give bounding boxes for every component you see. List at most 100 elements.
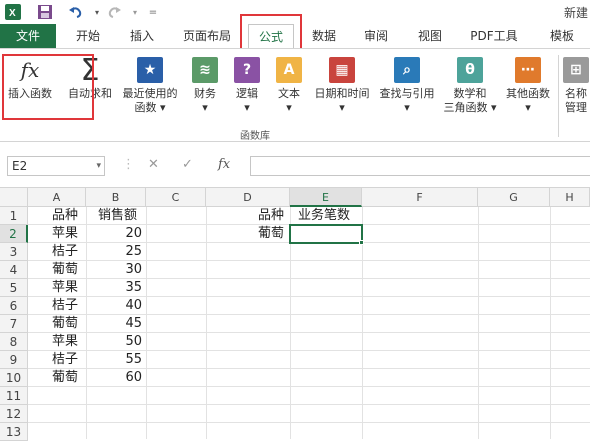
column-header-d[interactable]: D	[206, 188, 290, 207]
tab-page-layout[interactable]: 页面布局	[174, 24, 240, 48]
theta-icon: θ	[457, 57, 483, 83]
cell-b4[interactable]: 30	[86, 261, 144, 279]
lookup-reference-button[interactable]: ⌕ 查找与引用 ▾	[376, 57, 438, 115]
column-header-c[interactable]: C	[146, 188, 206, 207]
date-time-label: 日期和时间 ▾	[314, 87, 370, 114]
undo-icon[interactable]	[66, 3, 84, 21]
cancel-icon[interactable]: ✕	[148, 157, 159, 172]
cell-b7[interactable]: 45	[86, 315, 144, 333]
cell-a5[interactable]: 苹果	[50, 279, 90, 297]
column-header-e[interactable]: E	[290, 188, 362, 207]
cell-b2[interactable]: 20	[86, 225, 144, 243]
cell-a3[interactable]: 桔子	[50, 243, 90, 261]
enter-icon[interactable]: ✓	[182, 157, 193, 172]
cell-b3[interactable]: 25	[86, 243, 144, 261]
cell-b5[interactable]: 35	[86, 279, 144, 297]
text-button[interactable]: A 文本 ▾	[272, 57, 306, 115]
cell-a9[interactable]: 桔子	[50, 351, 90, 369]
recently-used-button[interactable]: ★ 最近使用的 函数 ▾	[118, 57, 182, 115]
row-header-4[interactable]: 4	[0, 261, 28, 279]
cell-a2[interactable]: 苹果	[50, 225, 90, 243]
insert-function-fx-icon[interactable]: fx	[218, 157, 230, 172]
logical-label: 逻辑 ▾	[236, 87, 258, 114]
more-functions-button[interactable]: ⋯ 其他函数 ▾	[500, 57, 556, 115]
undo-dropdown-icon[interactable]: ▾	[88, 3, 106, 21]
column-header-a[interactable]: A	[28, 188, 86, 207]
row-header-7[interactable]: 7	[0, 315, 28, 333]
tab-review[interactable]: 审阅	[356, 24, 396, 48]
formulas-tab-highlight	[240, 14, 302, 50]
tab-file[interactable]: 文件	[0, 24, 56, 48]
tab-view[interactable]: 视图	[410, 24, 450, 48]
tab-templates[interactable]: 模板	[540, 24, 584, 48]
select-all-corner[interactable]	[0, 188, 28, 207]
cell-b1[interactable]: 销售额	[96, 207, 146, 225]
column-header-h[interactable]: H	[550, 188, 590, 207]
date-time-button[interactable]: ▦ 日期和时间 ▾	[312, 57, 372, 115]
recently-used-label: 最近使用的 函数 ▾	[122, 87, 178, 114]
row-header-9[interactable]: 9	[0, 351, 28, 369]
row-header-3[interactable]: 3	[0, 243, 28, 261]
cell-b6[interactable]: 40	[86, 297, 144, 315]
magnifier-icon: ⌕	[394, 57, 420, 83]
text-a-icon: A	[276, 57, 302, 83]
row-header-6[interactable]: 6	[0, 297, 28, 315]
tab-insert[interactable]: 插入	[120, 24, 164, 48]
window-title: 新建	[563, 6, 588, 20]
cell-d1[interactable]: 品种	[256, 207, 290, 225]
column-header-g[interactable]: G	[478, 188, 550, 207]
row-header-2[interactable]: 2	[0, 225, 28, 243]
coins-icon: ≋	[192, 57, 218, 83]
row-header-13[interactable]: 13	[0, 423, 28, 441]
svg-text:X: X	[9, 8, 16, 19]
cell-d2[interactable]: 葡萄	[256, 225, 290, 243]
column-header-f[interactable]: F	[362, 188, 478, 207]
math-trig-button[interactable]: θ 数学和 三角函数 ▾	[442, 57, 498, 115]
name-manager-label: 名称 管理	[565, 87, 587, 114]
group-separator	[558, 55, 559, 137]
cell-a6[interactable]: 桔子	[50, 297, 90, 315]
customize-qat-icon[interactable]: =	[144, 3, 162, 21]
name-box[interactable]: E2 ▾	[7, 156, 105, 176]
tab-home[interactable]: 开始	[66, 24, 110, 48]
cell-a7[interactable]: 葡萄	[50, 315, 90, 333]
cell-b9[interactable]: 55	[86, 351, 144, 369]
cell-a1[interactable]: 品种	[50, 207, 90, 225]
redo-dropdown-icon[interactable]: ▾	[126, 3, 144, 21]
spreadsheet-grid: A B C D E F G H 1 2 3 4 5 6 7 8 9 10 11 …	[0, 188, 590, 441]
active-cell-e2[interactable]	[289, 224, 363, 244]
cell-a4[interactable]: 葡萄	[50, 261, 90, 279]
row-header-8[interactable]: 8	[0, 333, 28, 351]
cell-b8[interactable]: 50	[86, 333, 144, 351]
dots-icon: ⋮	[122, 157, 135, 172]
logical-button[interactable]: ? 逻辑 ▾	[230, 57, 264, 115]
save-icon[interactable]	[36, 3, 54, 21]
cell-a10[interactable]: 葡萄	[50, 369, 90, 387]
cell-b10[interactable]: 60	[86, 369, 144, 387]
cell-a8[interactable]: 苹果	[50, 333, 90, 351]
text-label: 文本 ▾	[278, 87, 300, 114]
column-header-b[interactable]: B	[86, 188, 146, 207]
row-header-11[interactable]: 11	[0, 387, 28, 405]
function-library-group-label: 函数库	[240, 131, 270, 142]
more-functions-label: 其他函数 ▾	[506, 87, 550, 114]
formula-bar: E2 ▾ ⋮ ✕ ✓ fx	[0, 142, 590, 188]
fill-handle[interactable]	[359, 240, 364, 245]
financial-label: 财务 ▾	[194, 87, 216, 114]
cell-e1[interactable]: 业务笔数	[296, 207, 362, 225]
name-manager-icon: ⊞	[563, 57, 589, 83]
redo-icon[interactable]	[106, 3, 124, 21]
row-header-10[interactable]: 10	[0, 369, 28, 387]
row-header-12[interactable]: 12	[0, 405, 28, 423]
financial-button[interactable]: ≋ 财务 ▾	[188, 57, 222, 115]
insert-function-highlight	[2, 54, 94, 120]
tab-pdf-tools[interactable]: PDF工具	[462, 24, 526, 48]
calendar-icon: ▦	[329, 57, 355, 83]
name-box-dropdown-icon[interactable]: ▾	[96, 157, 101, 175]
name-box-value: E2	[12, 159, 28, 173]
row-header-1[interactable]: 1	[0, 207, 28, 225]
tab-data[interactable]: 数据	[304, 24, 344, 48]
row-header-5[interactable]: 5	[0, 279, 28, 297]
name-manager-button[interactable]: ⊞ 名称 管理	[562, 57, 590, 115]
formula-input[interactable]	[250, 156, 590, 176]
